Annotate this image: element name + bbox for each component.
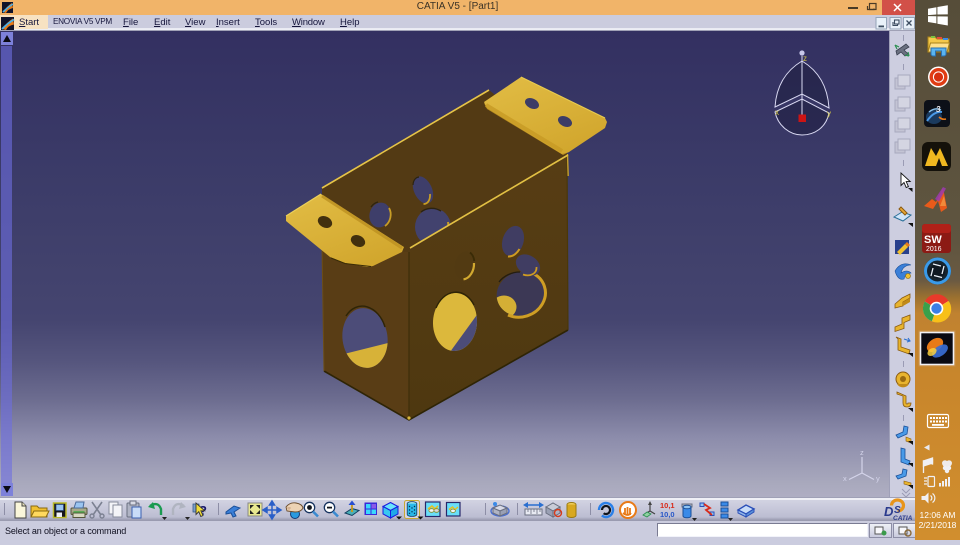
svg-text:x: x [843, 474, 847, 483]
svg-text:z: z [860, 448, 864, 457]
svg-text:y: y [827, 109, 831, 118]
svg-text:10,1: 10,1 [660, 501, 675, 510]
svg-text:SW: SW [924, 234, 942, 246]
svg-text:12:06 AM: 12:06 AM [920, 510, 956, 520]
svg-text:2016: 2016 [926, 246, 942, 253]
svg-text:z: z [803, 54, 807, 63]
svg-text:y: y [876, 474, 880, 483]
svg-text:2/21/2018: 2/21/2018 [919, 520, 957, 530]
svg-text:10,0: 10,0 [660, 510, 675, 519]
svg-text:3: 3 [936, 105, 941, 114]
svg-text:x: x [775, 108, 779, 117]
